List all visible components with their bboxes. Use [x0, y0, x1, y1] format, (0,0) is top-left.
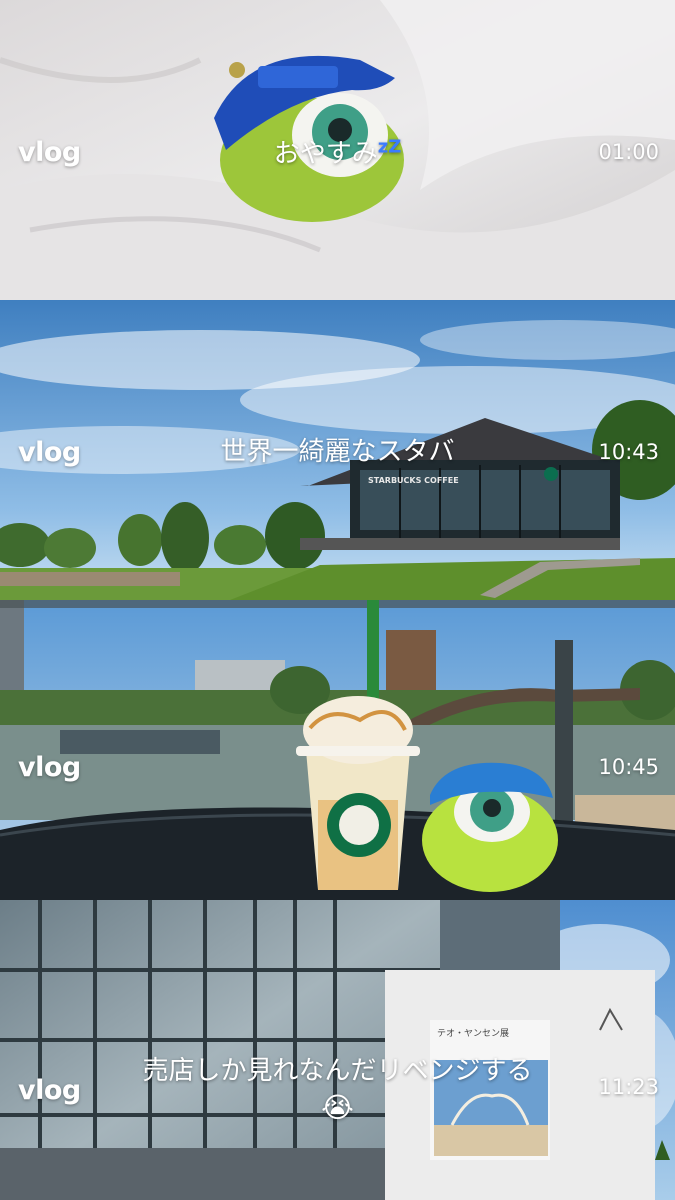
timestamp: 11:23	[598, 1075, 659, 1099]
vlog-panel-1: vlog おやすみzZ 01:00	[0, 0, 675, 300]
frappuccino-photo	[0, 600, 675, 900]
timestamp: 01:00	[598, 140, 659, 164]
caption-main: おやすみ	[273, 139, 378, 169]
caption-main: 売店しか見れなんだリベンジする	[142, 1056, 533, 1086]
vlog-panel-2: STARBUCKS COFFEE vlog 世界一綺麗なスタバ 10:43	[0, 300, 675, 600]
caption-text: おやすみzZ	[0, 133, 675, 170]
crying-face-icon: 😭	[321, 1091, 354, 1124]
timestamp: 10:43	[598, 440, 659, 464]
vlog-panel-4: テオ・ヤンセン展 vlog 売店しか見れなんだリベンジする 😭 11:23	[0, 900, 675, 1200]
caption-text: 売店しか見れなんだリベンジする 😭	[0, 1050, 675, 1124]
vlog-panel-3: vlog 10:45	[0, 600, 675, 900]
sleep-zzz-icon: zZ	[377, 136, 402, 158]
timestamp: 10:45	[598, 755, 659, 779]
caption-text: 世界一綺麗なスタバ	[220, 437, 455, 467]
starbucks-sign: STARBUCKS COFFEE	[368, 476, 459, 485]
poster-title: テオ・ヤンセン展	[437, 1029, 510, 1039]
vlog-label: vlog	[18, 752, 81, 783]
